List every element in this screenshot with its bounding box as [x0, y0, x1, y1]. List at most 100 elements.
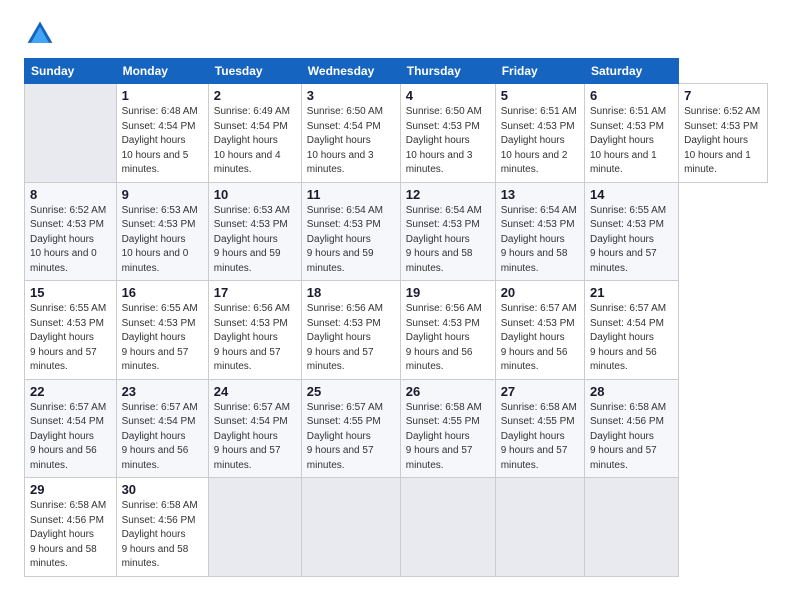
sunset-label: Sunset: 4:54 PM [214, 121, 288, 132]
day-number: 17 [214, 285, 296, 300]
cell-info: Sunrise: 6:55 AMSunset: 4:53 PMDaylight … [590, 204, 673, 277]
daylight-value: 9 hours and 56 minutes. [590, 347, 657, 373]
sunrise-label: Sunrise: 6:57 AM [501, 303, 577, 314]
day-number: 5 [501, 88, 579, 103]
daylight-value: 9 hours and 57 minutes. [214, 347, 281, 373]
calendar-cell: 20Sunrise: 6:57 AMSunset: 4:53 PMDayligh… [495, 281, 584, 380]
daylight-label: Daylight hours [406, 332, 470, 343]
sunset-label: Sunset: 4:55 PM [406, 416, 480, 427]
cell-info: Sunrise: 6:51 AMSunset: 4:53 PMDaylight … [590, 105, 673, 178]
sunrise-label: Sunrise: 6:50 AM [406, 106, 482, 117]
day-number: 9 [122, 187, 203, 202]
sunrise-label: Sunrise: 6:48 AM [122, 106, 198, 117]
cell-info: Sunrise: 6:57 AMSunset: 4:54 PMDaylight … [590, 302, 673, 375]
calendar-cell: 5Sunrise: 6:51 AMSunset: 4:53 PMDaylight… [495, 84, 584, 183]
daylight-value: 9 hours and 57 minutes. [307, 347, 374, 373]
day-number: 21 [590, 285, 673, 300]
calendar-table: SundayMondayTuesdayWednesdayThursdayFrid… [24, 58, 768, 577]
day-number: 3 [307, 88, 395, 103]
sunset-label: Sunset: 4:53 PM [307, 219, 381, 230]
cell-info: Sunrise: 6:52 AMSunset: 4:53 PMDaylight … [30, 204, 111, 277]
day-number: 20 [501, 285, 579, 300]
daylight-label: Daylight hours [307, 431, 371, 442]
calendar-cell [400, 478, 495, 577]
week-row-2: 8 Sunrise: 6:52 AMSunset: 4:53 PMDaylight… [25, 182, 768, 281]
daylight-label: Daylight hours [406, 135, 470, 146]
sunset-label: Sunset: 4:53 PM [406, 318, 480, 329]
day-number: 30 [122, 482, 203, 497]
col-header-wednesday: Wednesday [301, 59, 400, 84]
sunset-label: Sunset: 4:53 PM [684, 121, 758, 132]
cell-info: Sunrise: 6:56 AM Sunset: 4:53 PM Daylight … [406, 302, 490, 375]
calendar-cell: 8 Sunrise: 6:52 AMSunset: 4:53 PMDaylight… [25, 182, 117, 281]
cell-info: Sunrise: 6:57 AMSunset: 4:54 PMDaylight … [214, 401, 296, 474]
sunrise-label: Sunrise: 6:52 AM [684, 106, 760, 117]
day-number: 2 [214, 88, 296, 103]
daylight-label: Daylight hours [307, 332, 371, 343]
sunrise-label: Sunrise: 6:54 AM [406, 205, 482, 216]
sunset-label: Sunset: 4:53 PM [307, 318, 381, 329]
calendar-cell: 10Sunrise: 6:53 AMSunset: 4:53 PMDayligh… [208, 182, 301, 281]
daylight-value: 9 hours and 57 minutes. [214, 445, 281, 471]
calendar-cell [584, 478, 678, 577]
sunset-label: Sunset: 4:53 PM [122, 219, 196, 230]
col-header-friday: Friday [495, 59, 584, 84]
calendar-cell: 15Sunrise: 6:55 AMSunset: 4:53 PMDayligh… [25, 281, 117, 380]
daylight-label: Daylight hours [307, 135, 371, 146]
calendar-cell: 25Sunrise: 6:57 AMSunset: 4:55 PMDayligh… [301, 379, 400, 478]
daylight-label: Daylight hours [684, 135, 748, 146]
daylight-label: Daylight hours [30, 529, 94, 540]
daylight-label: Daylight hours [406, 431, 470, 442]
daylight-value: 9 hours and 57 minutes. [30, 347, 97, 373]
cell-info: Sunrise: 6:48 AMSunset: 4:54 PMDaylight … [122, 105, 203, 178]
daylight-value: 10 hours and 1 minute. [590, 150, 657, 176]
daylight-label: Daylight hours [214, 332, 278, 343]
logo-icon [24, 18, 56, 50]
cell-info: Sunrise: 6:54 AMSunset: 4:53 PMDaylight … [501, 204, 579, 277]
calendar-cell: 28Sunrise: 6:58 AMSunset: 4:56 PMDayligh… [584, 379, 678, 478]
daylight-value: 9 hours and 57 minutes. [590, 248, 657, 274]
daylight-label: Daylight hours [30, 332, 94, 343]
calendar-cell: 22Sunrise: 6:57 AMSunset: 4:54 PMDayligh… [25, 379, 117, 478]
daylight-label: Daylight hours [122, 529, 186, 540]
sunrise-label: Sunrise: 6:54 AM [501, 205, 577, 216]
daylight-value: 9 hours and 56 minutes. [122, 445, 189, 471]
calendar-cell: 17Sunrise: 6:56 AMSunset: 4:53 PMDayligh… [208, 281, 301, 380]
daylight-label: Daylight hours [501, 135, 565, 146]
day-number: 6 [590, 88, 673, 103]
calendar-cell: 13Sunrise: 6:54 AMSunset: 4:53 PMDayligh… [495, 182, 584, 281]
daylight-value: 10 hours and 0 minutes. [122, 248, 189, 274]
sunrise-label: Sunrise: 6:55 AM [590, 205, 666, 216]
sunset-label: Sunset: 4:54 PM [30, 416, 104, 427]
daylight-value: 9 hours and 58 minutes. [122, 544, 189, 570]
daylight-value: 9 hours and 59 minutes. [307, 248, 374, 274]
sunrise-label: Sunrise: 6:53 AM [122, 205, 198, 216]
daylight-label: Daylight hours [122, 332, 186, 343]
day-number: 4 [406, 88, 490, 103]
day-number: 8 [30, 187, 111, 202]
sunset-label: Sunset: 4:54 PM [214, 416, 288, 427]
sunrise-label: Sunrise: 6:57 AM [307, 402, 383, 413]
sunset-label: Sunset: 4:53 PM [406, 219, 480, 230]
sunrise-label: Sunrise: 6:56 AM [406, 303, 482, 314]
calendar-cell: 21 Sunrise: 6:57 AMSunset: 4:54 PMDayligh… [584, 281, 678, 380]
cell-info: Sunrise: 6:57 AMSunset: 4:55 PMDaylight … [307, 401, 395, 474]
daylight-label: Daylight hours [590, 332, 654, 343]
calendar-cell [25, 84, 117, 183]
cell-info: Sunrise: 6:55 AMSunset: 4:53 PMDaylight … [30, 302, 111, 375]
daylight-label: Daylight hours [501, 431, 565, 442]
week-row-5: 29Sunrise: 6:58 AMSunset: 4:56 PMDayligh… [25, 478, 768, 577]
sunset-label: Sunset: 4:53 PM [501, 219, 575, 230]
daylight-value: 10 hours and 3 minutes. [307, 150, 374, 176]
calendar-cell: 9 Sunrise: 6:53 AM Sunset: 4:53 PM Daylight… [116, 182, 208, 281]
calendar-cell: 27Sunrise: 6:58 AMSunset: 4:55 PMDayligh… [495, 379, 584, 478]
header [24, 18, 768, 50]
sunset-label: Sunset: 4:55 PM [501, 416, 575, 427]
sunset-label: Sunset: 4:53 PM [30, 219, 104, 230]
sunrise-label: Sunrise: 6:57 AM [30, 402, 106, 413]
daylight-label: Daylight hours [122, 234, 186, 245]
sunrise-label: Sunrise: 6:58 AM [122, 500, 198, 511]
sunset-label: Sunset: 4:53 PM [590, 121, 664, 132]
sunrise-label: Sunrise: 6:49 AM [214, 106, 290, 117]
cell-info: Sunrise: 6:56 AMSunset: 4:53 PMDaylight … [307, 302, 395, 375]
